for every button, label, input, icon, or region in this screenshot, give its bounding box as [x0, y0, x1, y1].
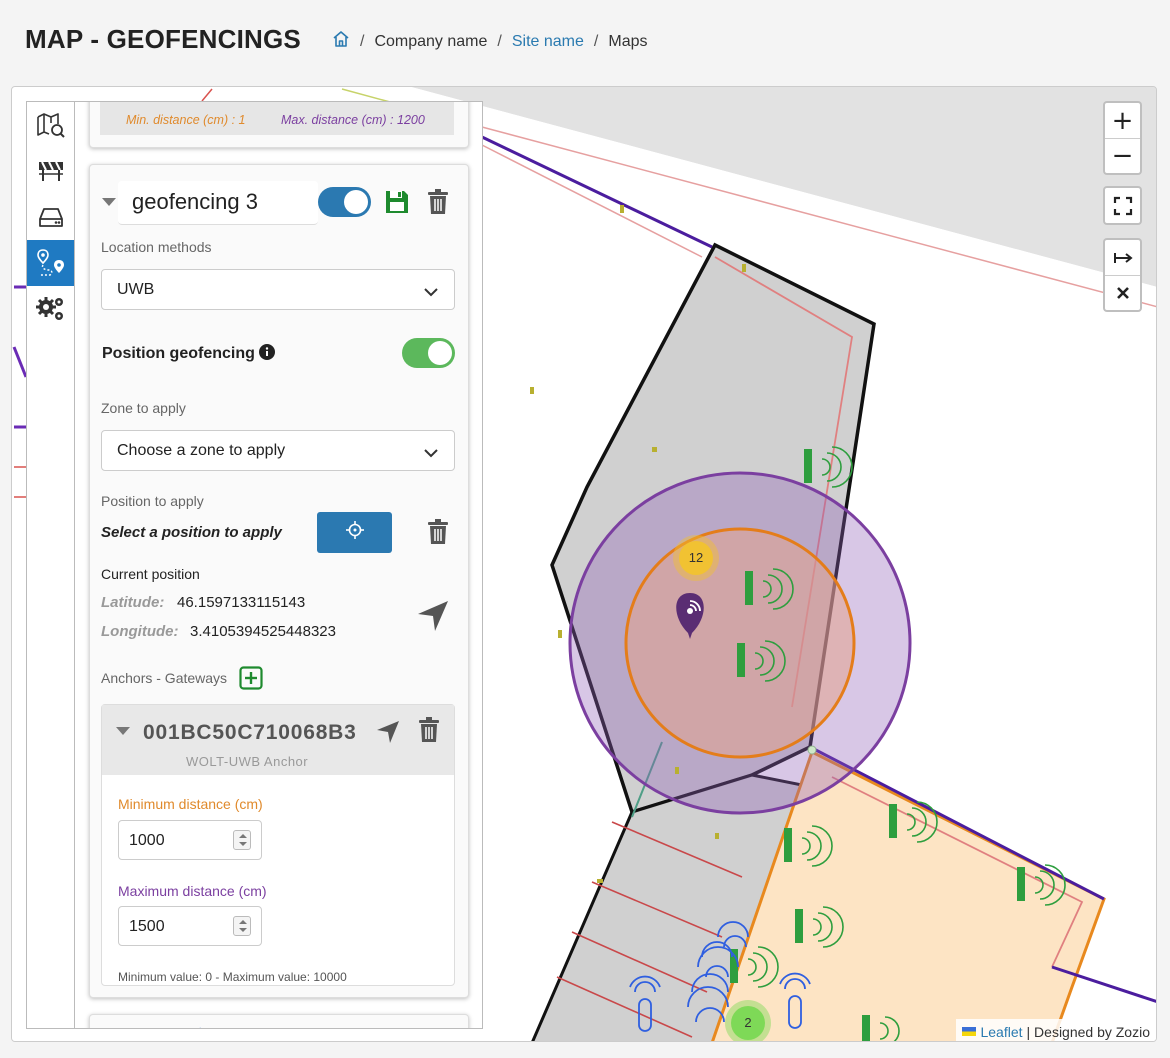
longitude-value: 3.4105394525448323	[190, 623, 336, 640]
zoom-control: + −	[1103, 101, 1142, 175]
route-pin-icon[interactable]	[27, 240, 75, 286]
range-hint: Minimum value: 0 - Maximum value: 10000	[118, 970, 347, 984]
anchor-id: 001BC50C710068B3	[143, 721, 357, 744]
position-label: Position to apply	[101, 493, 204, 509]
chevron-down-icon	[424, 284, 438, 302]
latitude-value: 46.1597133115143	[177, 594, 306, 611]
location-method-select[interactable]: UWB	[101, 269, 455, 310]
chevron-down-icon	[424, 445, 438, 463]
map-container[interactable]: Min. distance (cm) : 1 Max. distance (cm…	[11, 86, 1157, 1042]
cluster-count-green: 2	[744, 1015, 752, 1030]
min-distance-label: Minimum distance (cm)	[118, 796, 263, 812]
fullscreen-icon[interactable]	[1105, 188, 1140, 223]
location-methods-label: Location methods	[101, 239, 212, 255]
anchor-header[interactable]: 001BC50C710068B3 WOLT-UWB Anchor	[102, 705, 454, 775]
zoom-out-icon[interactable]: −	[1105, 138, 1140, 173]
geofencing-name-input[interactable]: geofencing 3	[118, 181, 318, 225]
roadblock-icon[interactable]	[27, 148, 75, 194]
page-title: MAP - GEOFENCINGS	[25, 24, 301, 54]
zone-label: Zone to apply	[101, 400, 186, 416]
attribution-text: | Designed by Zozio	[1026, 1023, 1150, 1040]
previous-distance-summary: Min. distance (cm) : 1 Max. distance (cm…	[100, 102, 454, 135]
longitude-label: Longitude:	[101, 623, 179, 640]
collapse-caret-icon[interactable]	[102, 198, 116, 206]
zone-select-value: Choose a zone to apply	[117, 442, 286, 459]
delete-position-icon[interactable]	[427, 519, 449, 550]
page-header: MAP - GEOFENCINGS / Company name / Site …	[0, 0, 1170, 80]
zone-select[interactable]: Choose a zone to apply	[101, 430, 455, 471]
breadcrumb-site[interactable]: Site name	[512, 33, 584, 51]
leaflet-link[interactable]: Leaflet	[980, 1024, 1022, 1040]
delete-anchor-icon[interactable]	[418, 717, 440, 748]
current-position-label: Current position	[101, 566, 200, 582]
previous-geofencing-card: Min. distance (cm) : 1 Max. distance (cm…	[89, 102, 469, 148]
breadcrumb: / Company name / Site name / Maps	[332, 30, 647, 53]
max-distance-label: Maximum distance (cm)	[118, 883, 267, 899]
max-distance-spinner[interactable]	[233, 916, 251, 936]
locate-arrow-icon[interactable]	[416, 599, 450, 638]
server-icon[interactable]	[27, 194, 75, 240]
geofencing-enable-toggle[interactable]	[318, 187, 371, 217]
min-distance-value: 1000	[129, 832, 165, 849]
position-geofencing-label: Position geofencing	[102, 345, 255, 362]
previous-min-distance: Min. distance (cm) : 1	[126, 113, 246, 127]
measure-control	[1103, 238, 1142, 312]
cluster-count-yellow: 12	[688, 550, 704, 565]
breadcrumb-company[interactable]: Company name	[374, 33, 487, 51]
info-icon[interactable]	[259, 344, 275, 365]
geofencing-panel: Min. distance (cm) : 1 Max. distance (cm…	[74, 101, 483, 1029]
ukraine-flag-icon	[962, 1027, 977, 1036]
fullscreen-control	[1103, 186, 1142, 225]
anchor-locate-icon[interactable]	[375, 719, 401, 750]
delete-geofencing-icon[interactable]	[427, 189, 449, 220]
min-distance-spinner[interactable]	[233, 830, 251, 850]
anchors-label: Anchors - Gateways	[101, 670, 228, 686]
zoom-in-icon[interactable]: +	[1105, 103, 1140, 138]
anchor-collapse-caret-icon[interactable]	[116, 727, 130, 735]
gears-icon[interactable]	[27, 286, 75, 332]
latitude-label: Latitude:	[101, 594, 165, 611]
map-attribution: Leaflet | Designed by Zozio	[956, 1019, 1156, 1041]
previous-max-distance: Max. distance (cm) : 1200	[281, 113, 425, 127]
next-geofencing-card	[89, 1014, 469, 1028]
map-sidebar-tabs	[26, 101, 75, 1029]
anchor-type: WOLT-UWB Anchor	[186, 754, 309, 769]
geofencing-card: geofencing 3 Location methods UWB Positi…	[89, 164, 469, 998]
breadcrumb-page: Maps	[608, 32, 648, 50]
close-icon[interactable]	[1105, 275, 1140, 310]
crosshair-icon	[345, 521, 364, 544]
map-search-icon[interactable]	[27, 102, 75, 148]
max-distance-input[interactable]: 1500	[118, 906, 262, 946]
add-anchor-icon[interactable]	[239, 666, 263, 695]
measure-icon[interactable]	[1105, 240, 1140, 275]
save-icon[interactable]	[384, 189, 410, 220]
min-distance-input[interactable]: 1000	[118, 820, 262, 860]
location-method-value: UWB	[117, 281, 155, 298]
position-geofencing-toggle[interactable]	[402, 338, 455, 368]
max-distance-value: 1500	[129, 918, 165, 935]
select-position-text: Select a position to apply	[101, 524, 282, 541]
select-position-button[interactable]	[317, 512, 392, 553]
home-icon[interactable]	[332, 30, 350, 53]
anchor-card: 001BC50C710068B3 WOLT-UWB Anchor Minimum…	[101, 704, 455, 986]
